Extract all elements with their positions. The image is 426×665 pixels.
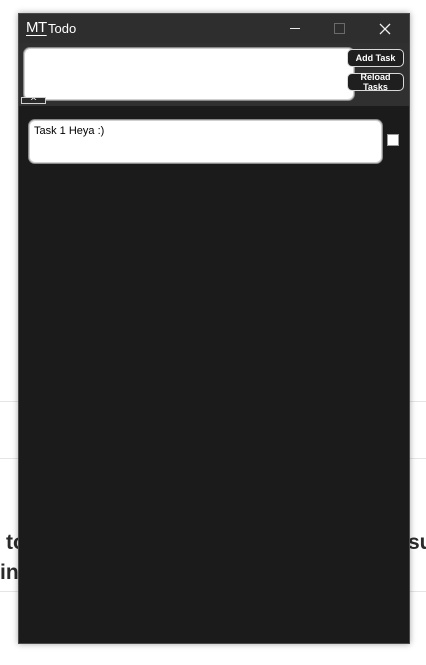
window-title: Todo [48,21,77,36]
task-text: Task 1 Heya :) [34,125,105,137]
task-item[interactable]: Task 1 Heya :) [28,119,383,164]
close-icon [379,23,391,34]
minimize-icon [290,28,300,29]
app-logo: MT [26,19,47,36]
background-text-left-2: in [0,561,19,584]
task-entry-panel: Add Task Reload Tasks ^ [19,43,409,106]
task-list: Task 1 Heya :) [19,106,409,643]
maximize-icon [333,23,345,34]
reload-tasks-button[interactable]: Reload Tasks [347,72,404,92]
minimize-button[interactable] [273,14,317,43]
close-button[interactable] [363,14,407,43]
background-text-right: su [408,531,426,554]
todo-window: MT Todo Add Task Reload Tasks ^ Task 1 H… [18,13,410,644]
add-task-button[interactable]: Add Task [347,49,404,67]
collapse-button[interactable]: ^ [21,97,46,104]
maximize-button[interactable] [317,14,361,43]
title-bar[interactable]: MT Todo [19,14,409,43]
task-input[interactable] [23,47,355,101]
task-done-checkbox[interactable] [387,134,399,146]
